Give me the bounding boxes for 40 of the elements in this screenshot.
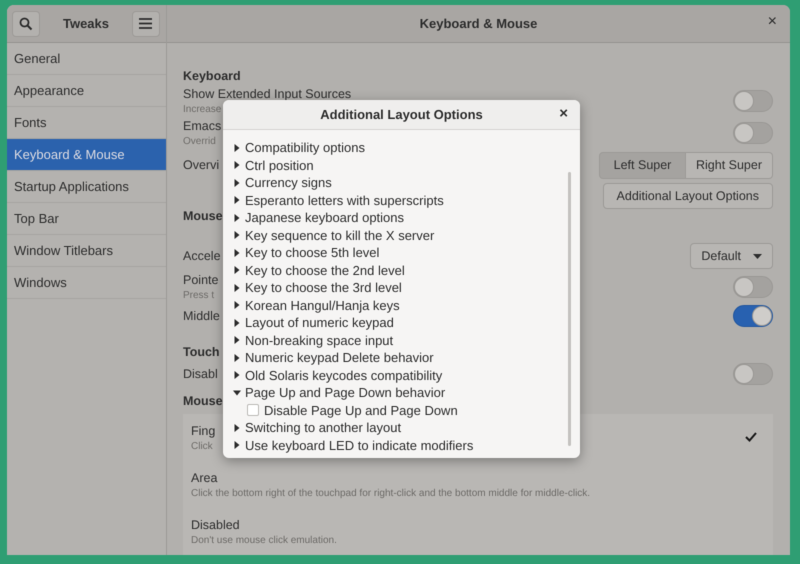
window-title: Keyboard & Mouse (420, 16, 538, 31)
tree-item-label: Page Up and Page Down behavior (245, 385, 446, 400)
tree-item-label: Esperanto letters with superscripts (245, 192, 444, 208)
section-heading: Mouse (183, 393, 223, 410)
setting-label: Middle (183, 309, 220, 324)
tree-item-label: Japanese keyboard options (245, 210, 404, 226)
section-heading: Mouse (183, 208, 223, 226)
tree-item-label: Korean Hangul/Hanja keys (245, 298, 400, 313)
app-title: Tweaks (62, 16, 109, 31)
setting-label: Emacs (183, 119, 222, 134)
tree-item-label: Non-breaking space input (245, 332, 394, 348)
section-heading: Keyboard (183, 68, 241, 85)
setting-label: Pointe (183, 272, 218, 287)
tree-item-label: Key to choose the 2nd level (245, 262, 405, 278)
tree-item-label: Ctrl position (245, 158, 314, 173)
tree-item-label: Use keyboard LED to indicate modifiers (245, 438, 474, 453)
option-title: Fing (191, 424, 216, 438)
tree-item-label: Old Solaris keycodes compatibility (245, 368, 442, 383)
option-description: Don't use mouse click emulation. (191, 535, 337, 546)
option-description: Click the bottom right of the touchpad for right-click and the bottom middle for middle-click. (191, 488, 590, 500)
option-description: Click (191, 441, 214, 452)
tree-item-label: Numeric keypad Delete behavior (245, 350, 434, 366)
setting-label: Disabl (183, 367, 218, 382)
section-heading: Touch (183, 344, 220, 362)
setting-description: Overrid (183, 136, 217, 148)
tree-item-label: Key to choose the 3rd level (245, 280, 402, 296)
tree-item-label: Switching to another layout (245, 420, 402, 436)
tree-item-label: Key to choose 5th level (245, 245, 380, 260)
dialog-title: Additional Layout Options (320, 107, 483, 122)
tree-item-label: Compatibility options (245, 140, 365, 156)
checkbox-label: Disable Page Up and Page Down (264, 402, 458, 418)
setting-description: Press t (183, 290, 216, 301)
option-title: Disabled (191, 518, 241, 532)
tree-item-label: Layout of numeric keypad (245, 315, 394, 330)
setting-label: Overvi (183, 158, 220, 172)
setting-label: Show Extended Input Sources (183, 87, 352, 102)
option-title: Area (191, 471, 218, 486)
setting-label: Accele (183, 249, 221, 264)
tree-item-label: Currency signs (245, 175, 332, 190)
tree-item-label: Key sequence to kill the X server (245, 228, 434, 243)
